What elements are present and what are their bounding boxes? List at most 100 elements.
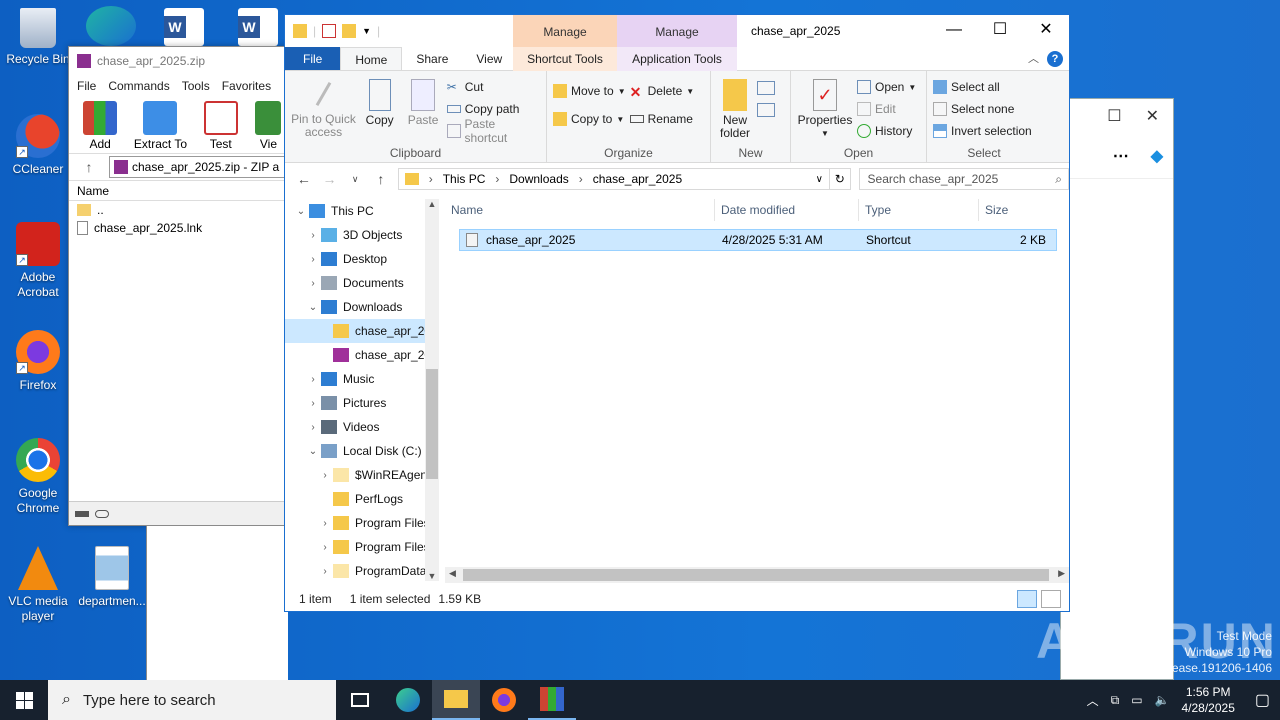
- qat-dropdown-icon[interactable]: ▼: [362, 26, 371, 36]
- more-icon[interactable]: ⋯: [1113, 146, 1129, 166]
- maximize-button[interactable]: ☐: [977, 15, 1023, 47]
- taskbar-search[interactable]: ⌕ Type here to search: [48, 680, 336, 720]
- horizontal-scroll-thumb[interactable]: [463, 569, 1049, 581]
- breadcrumb-downloads[interactable]: Downloads: [509, 172, 568, 186]
- column-name[interactable]: Name: [445, 199, 715, 221]
- menu-tools[interactable]: Tools: [182, 79, 210, 93]
- nav-item[interactable]: ⌄ Downloads: [285, 295, 439, 319]
- edit-button[interactable]: Edit: [857, 101, 916, 117]
- nav-item[interactable]: › Pictures: [285, 391, 439, 415]
- copy-to-button[interactable]: Copy to ▼: [553, 111, 626, 127]
- volume-icon[interactable]: 🔈: [1155, 693, 1170, 707]
- copy-path-button[interactable]: Copy path: [446, 101, 540, 117]
- nav-item[interactable]: › 3D Objects: [285, 223, 439, 247]
- nav-item[interactable]: › Music: [285, 367, 439, 391]
- nav-item[interactable]: › ProgramData: [285, 559, 439, 581]
- chevron-right-icon[interactable]: ›: [317, 518, 333, 529]
- chevron-right-icon[interactable]: ›: [305, 254, 321, 265]
- close-icon[interactable]: ✕: [1146, 106, 1159, 126]
- nav-item[interactable]: › $WinREAgent: [285, 463, 439, 487]
- nav-item[interactable]: › Documents: [285, 271, 439, 295]
- network-device-icon[interactable]: ⧉: [1111, 693, 1120, 708]
- delete-button[interactable]: ✕ Delete ▼: [630, 83, 695, 100]
- paste-shortcut-button[interactable]: Paste shortcut: [446, 117, 540, 145]
- chevron-right-icon[interactable]: ›: [305, 278, 321, 289]
- close-button[interactable]: ✕: [1023, 15, 1069, 47]
- search-input[interactable]: Search chase_apr_2025 ⌕: [858, 168, 1069, 190]
- history-button[interactable]: History: [857, 123, 916, 139]
- scroll-thumb[interactable]: [426, 369, 438, 479]
- desktop-icon-recycle-bin[interactable]: Recycle Bin: [2, 8, 74, 67]
- select-all-button[interactable]: Select all: [933, 79, 1032, 95]
- breadcrumb-current[interactable]: chase_apr_2025: [593, 172, 682, 186]
- select-none-button[interactable]: Select none: [933, 101, 1032, 117]
- list-item[interactable]: chase_apr_2025.lnk: [69, 219, 287, 237]
- chevron-right-icon[interactable]: ›: [305, 374, 321, 385]
- chevron-down-icon[interactable]: ⌄: [305, 302, 321, 313]
- chevron-right-icon[interactable]: ›: [305, 230, 321, 241]
- scroll-left-icon[interactable]: ◀: [449, 568, 456, 579]
- extract-to-button[interactable]: Extract To: [133, 99, 187, 151]
- open-button[interactable]: Open ▼: [857, 79, 916, 95]
- chevron-down-icon[interactable]: ⌄: [305, 446, 321, 457]
- chevron-right-icon[interactable]: ›: [305, 398, 321, 409]
- chevron-right-icon[interactable]: ›: [305, 422, 321, 433]
- taskbar-edge[interactable]: [384, 680, 432, 720]
- edge-desktop-icon[interactable]: [86, 6, 136, 46]
- start-button[interactable]: [0, 680, 48, 720]
- menu-commands[interactable]: Commands: [108, 79, 169, 93]
- test-button[interactable]: Test: [194, 99, 248, 151]
- task-view-button[interactable]: [336, 680, 384, 720]
- file-row[interactable]: chase_apr_2025 4/28/2025 5:31 AM Shortcu…: [459, 229, 1057, 251]
- chevron-right-icon[interactable]: ›: [317, 566, 333, 577]
- column-type[interactable]: Type: [859, 199, 979, 221]
- large-icons-view-icon[interactable]: [1041, 590, 1061, 608]
- tab-file[interactable]: File: [285, 47, 341, 70]
- network-icon[interactable]: ▭: [1131, 693, 1142, 707]
- tab-application-tools[interactable]: Application Tools: [617, 47, 737, 71]
- menu-favorites[interactable]: Favorites: [222, 79, 271, 93]
- maximize-icon[interactable]: ☐: [1107, 106, 1121, 126]
- desktop-icon-adobe-acrobat[interactable]: ↗ Adobe Acrobat: [2, 222, 74, 300]
- properties-icon[interactable]: [322, 24, 337, 38]
- nav-item[interactable]: PerfLogs: [285, 487, 439, 511]
- desktop-icon-department-file[interactable]: departmen...: [76, 546, 148, 609]
- forward-arrow-icon[interactable]: →: [321, 171, 339, 187]
- chevron-right-icon[interactable]: ›: [317, 542, 333, 553]
- desktop-icon-firefox[interactable]: ↗ Firefox: [2, 330, 74, 393]
- tab-home[interactable]: Home: [340, 47, 403, 70]
- nav-item[interactable]: ⌄ Local Disk (C:): [285, 439, 439, 463]
- tab-share[interactable]: Share: [402, 47, 462, 70]
- nav-item[interactable]: chase_apr_20: [285, 319, 439, 343]
- nav-item[interactable]: › Desktop: [285, 247, 439, 271]
- nav-item[interactable]: › Program Files: [285, 511, 439, 535]
- new-folder-icon[interactable]: [342, 24, 357, 38]
- taskbar-firefox[interactable]: [480, 680, 528, 720]
- minimize-button[interactable]: —: [931, 15, 977, 47]
- desktop-icon-ccleaner[interactable]: ↗ CCleaner: [2, 114, 74, 177]
- menu-file[interactable]: File: [77, 79, 96, 93]
- tab-shortcut-tools[interactable]: Shortcut Tools: [513, 47, 617, 71]
- address-bar[interactable]: › This PC › Downloads › chase_apr_2025 ∨: [397, 168, 830, 190]
- chevron-down-icon[interactable]: ⌄: [293, 206, 309, 217]
- copilot-icon[interactable]: ◆: [1151, 146, 1163, 166]
- move-to-button[interactable]: Move to ▼: [553, 83, 626, 99]
- column-size[interactable]: Size: [979, 199, 1059, 221]
- up-arrow-icon[interactable]: ↑: [372, 171, 390, 187]
- word-desktop-icon-1[interactable]: W: [164, 8, 204, 46]
- cut-button[interactable]: ✂ Cut: [447, 79, 540, 95]
- column-name[interactable]: Name: [77, 184, 109, 198]
- list-item[interactable]: ..: [69, 201, 287, 219]
- notifications-icon[interactable]: ▢: [1255, 690, 1270, 710]
- chevron-right-icon[interactable]: ›: [317, 470, 333, 481]
- easy-access-icon[interactable]: [757, 103, 775, 117]
- recent-dropdown-icon[interactable]: ∨: [346, 174, 364, 185]
- details-view-icon[interactable]: [1017, 590, 1037, 608]
- nav-item[interactable]: ⌄ This PC: [285, 199, 439, 223]
- add-button[interactable]: Add: [73, 99, 127, 151]
- rename-button[interactable]: Rename: [629, 111, 695, 127]
- nav-item[interactable]: chase_apr_20: [285, 343, 439, 367]
- tab-view[interactable]: View: [462, 47, 516, 70]
- invert-selection-button[interactable]: Invert selection: [933, 123, 1032, 139]
- clock[interactable]: 1:56 PM 4/28/2025: [1181, 684, 1234, 716]
